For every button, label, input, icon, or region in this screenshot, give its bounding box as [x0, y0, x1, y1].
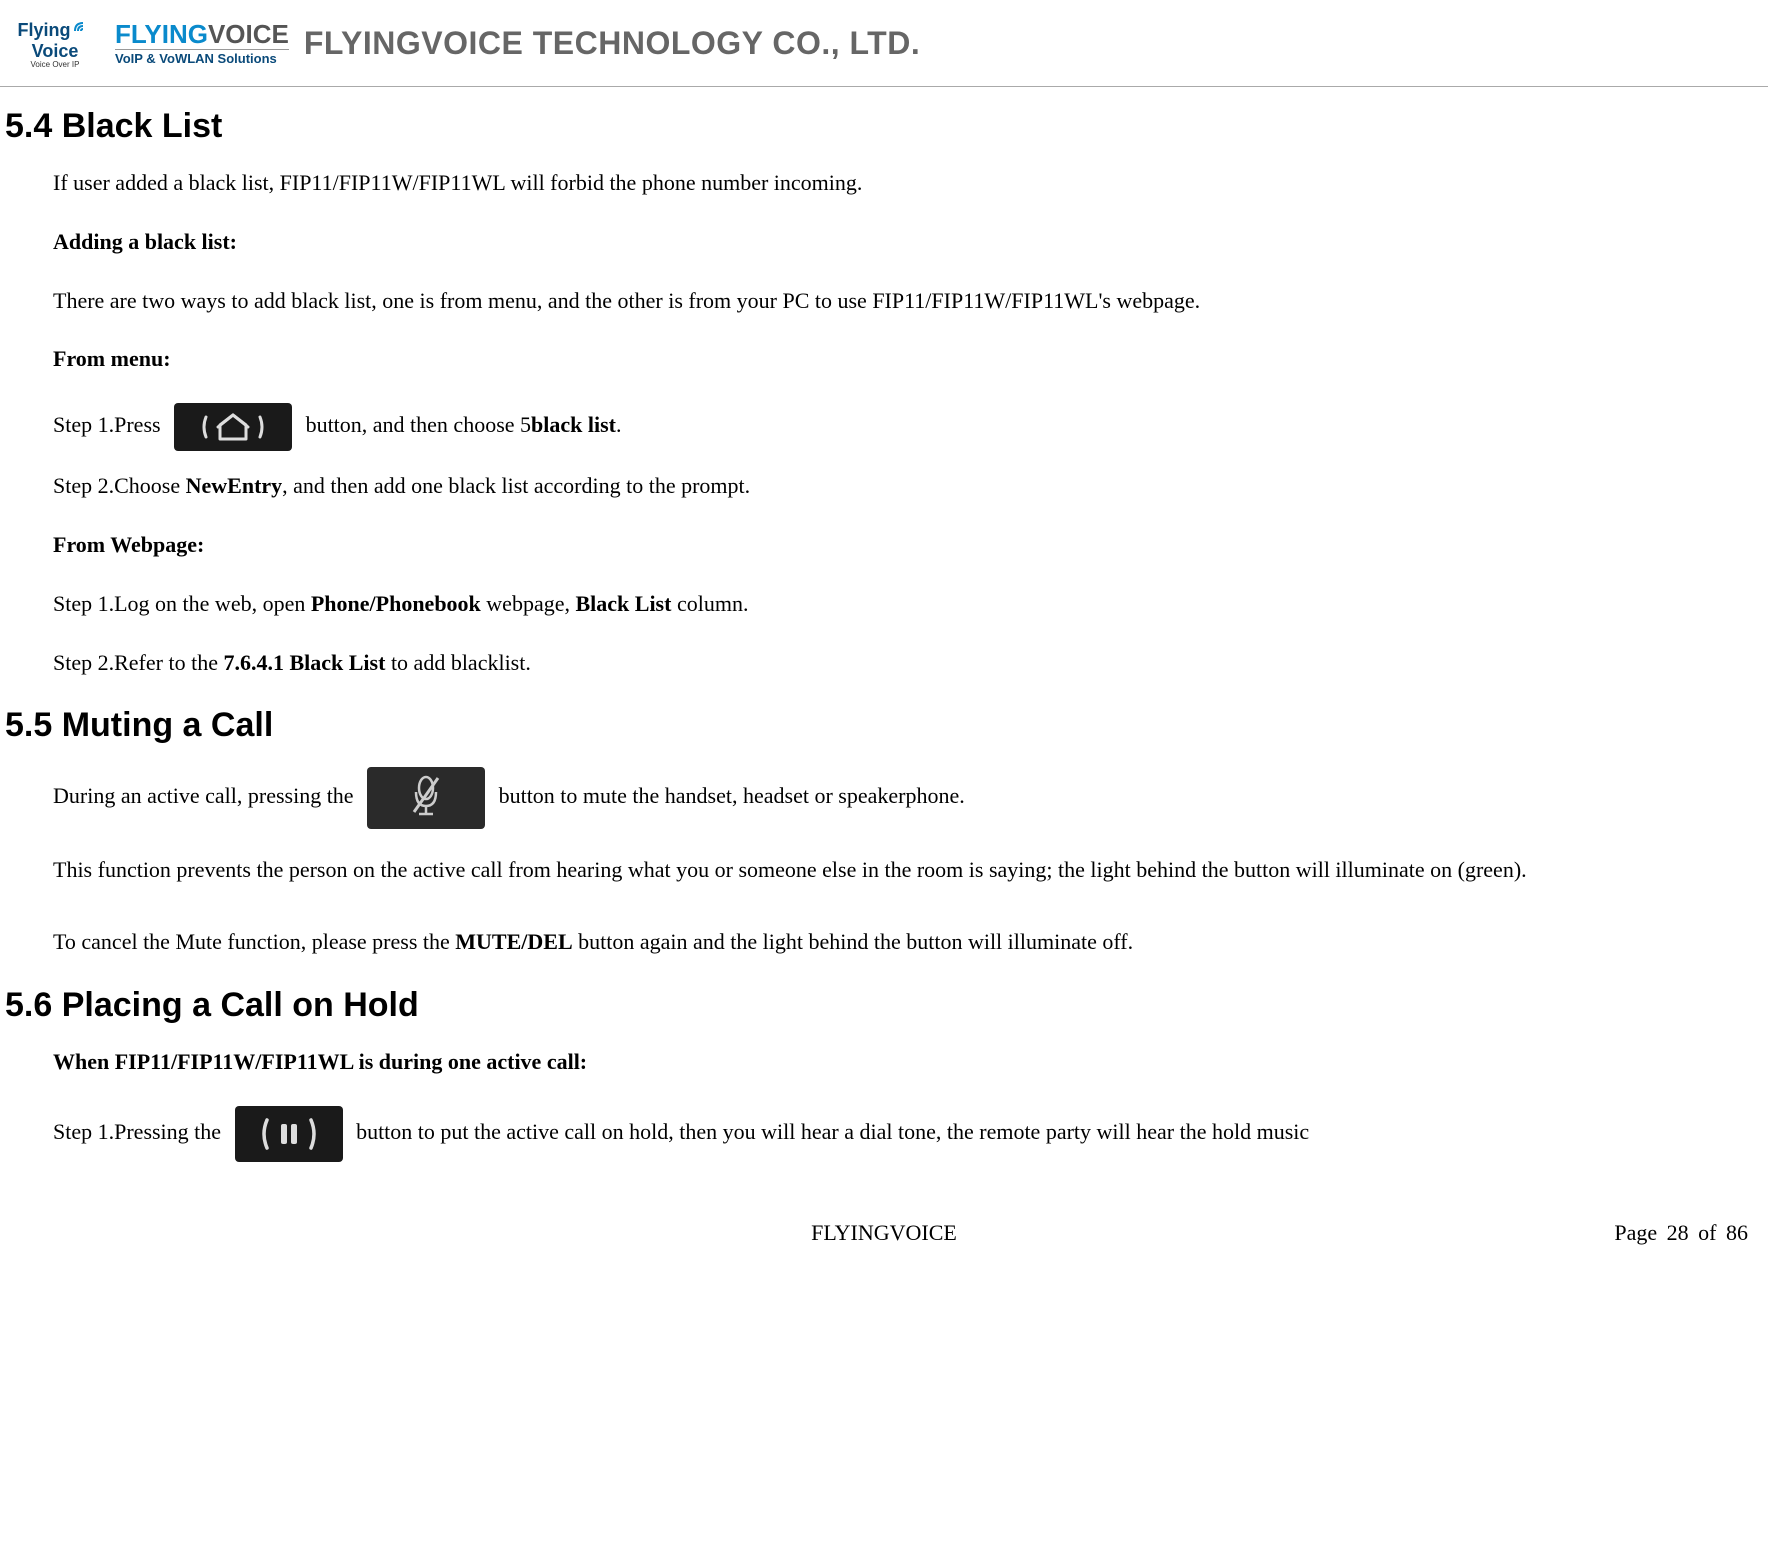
p-muting-explain: This function prevents the person on the… [53, 849, 1743, 891]
hold-s1-b: button to put the active call on hold, t… [356, 1119, 1309, 1144]
web-s1-d: Black List [575, 591, 671, 616]
p-two-ways: There are two ways to add black list, on… [53, 286, 1743, 317]
web-s1-b: Phone/Phonebook [311, 591, 481, 616]
step2-b: NewEntry [186, 473, 283, 498]
logo-main-part2: VOICE [208, 19, 289, 49]
mute-p1-a: During an active call, pressing the [53, 783, 359, 808]
web-s1-a: Step 1.Log on the web, open [53, 591, 311, 616]
logo-small-line2: Voice [32, 42, 79, 60]
p-menu-step1: Step 1.Press button, and then choose 5bl… [53, 403, 1743, 451]
page-header: Flying Voice Voice Over IP FLYINGVOICE V… [0, 0, 1768, 87]
p-hold-when: When FIP11/FIP11W/FIP11WL is during one … [53, 1047, 1743, 1078]
wifi-icon [73, 17, 93, 42]
p-web-step1: Step 1.Log on the web, open Phone/Phoneb… [53, 589, 1743, 620]
mute-p3-a: To cancel the Mute function, please pres… [53, 929, 455, 954]
p-web-step2: Step 2.Refer to the 7.6.4.1 Black List t… [53, 648, 1743, 679]
step1-text-c: black list [531, 412, 616, 437]
home-button-icon [174, 403, 292, 451]
step1-text-b: button, and then choose 5 [306, 412, 531, 437]
heading-5-6: 5.6 Placing a Call on Hold [5, 986, 1763, 1025]
step1-text-d: . [616, 412, 622, 437]
mute-button-icon [367, 767, 485, 829]
logo-small: Flying Voice Voice Over IP [10, 8, 100, 78]
mute-p1-b: button to mute the handset, headset or s… [499, 783, 965, 808]
p-5-4-intro: If user added a black list, FIP11/FIP11W… [53, 168, 1743, 199]
p-hold-step1: Step 1.Pressing the button to put the ac… [53, 1106, 1743, 1162]
logo-small-line1: Flying [18, 21, 71, 39]
page-footer: FLYINGVOICE Page 28 of 86 [0, 1190, 1768, 1256]
p-from-menu: From menu: [53, 344, 1743, 375]
web-s2-b: 7.6.4.1 Black List [223, 650, 385, 675]
web-s2-c: to add blacklist. [385, 650, 530, 675]
footer-center: FLYINGVOICE [596, 1220, 1172, 1246]
p-menu-step2: Step 2.Choose NewEntry, and then add one… [53, 471, 1743, 502]
logo-small-tag: Voice Over IP [31, 60, 80, 69]
p-muting-cancel: To cancel the Mute function, please pres… [53, 927, 1743, 958]
heading-5-4: 5.4 Black List [5, 107, 1763, 146]
step2-a: Step 2.Choose [53, 473, 186, 498]
p-adding-blacklist: Adding a black list: [53, 227, 1743, 258]
step2-c: , and then add one black list according … [282, 473, 750, 498]
content: 5.4 Black List If user added a black lis… [0, 107, 1768, 1162]
pause-button-icon [235, 1106, 343, 1162]
logo-main-sub: VoIP & VoWLAN Solutions [115, 49, 289, 65]
web-s1-c: webpage, [481, 591, 576, 616]
web-s2-a: Step 2.Refer to the [53, 650, 223, 675]
mute-p3-b: MUTE/DEL [455, 929, 572, 954]
hold-s1-a: Step 1.Pressing the [53, 1119, 227, 1144]
p-muting-intro: During an active call, pressing the butt… [53, 767, 1743, 829]
logo-main: FLYINGVOICE VoIP & VoWLAN Solutions [115, 21, 289, 65]
heading-5-5: 5.5 Muting a Call [5, 706, 1763, 745]
logo-main-part1: FLYING [115, 19, 208, 49]
step1-text-a: Step 1.Press [53, 412, 166, 437]
p-from-webpage: From Webpage: [53, 530, 1743, 561]
company-name: FLYINGVOICE TECHNOLOGY CO., LTD. [304, 25, 920, 62]
footer-page-number: Page 28 of 86 [1172, 1220, 1748, 1246]
web-s1-e: column. [671, 591, 748, 616]
mute-p3-c: button again and the light behind the bu… [573, 929, 1134, 954]
